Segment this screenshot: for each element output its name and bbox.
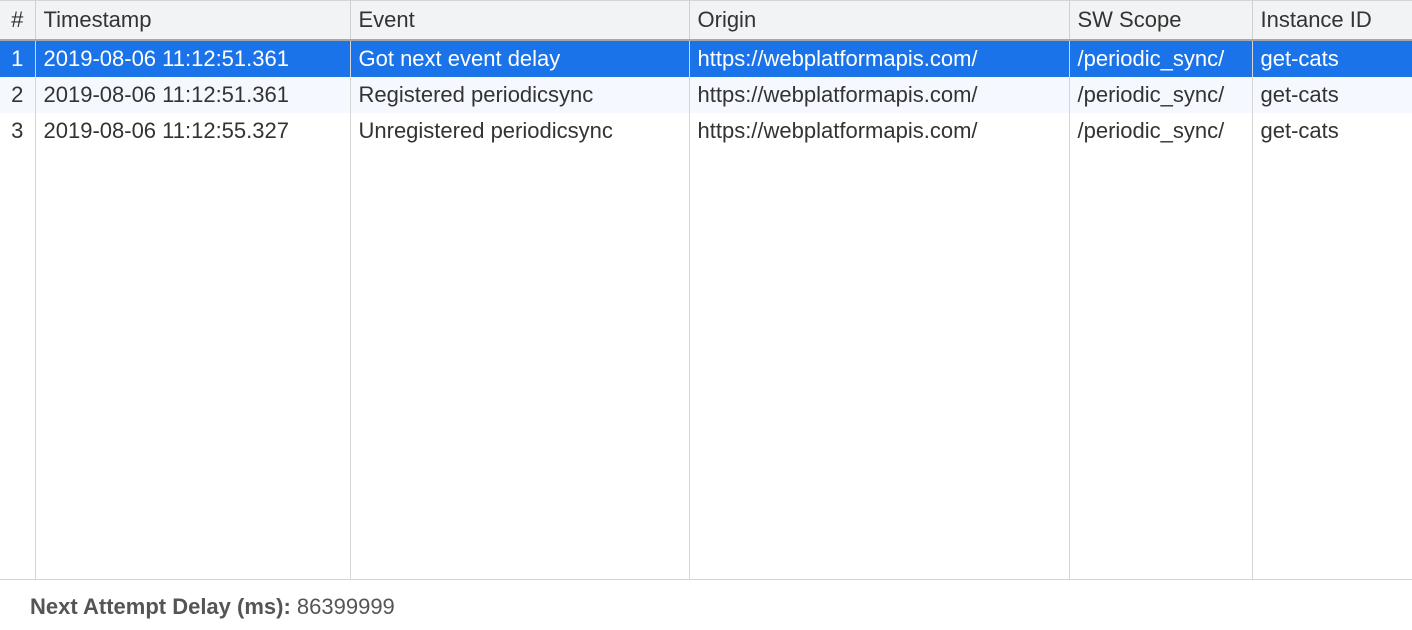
table-header: # Timestamp Event Origin SW Scope Instan… [0,1,1412,41]
cell-origin: https://webplatformapis.com/ [689,113,1069,149]
cell-origin: https://webplatformapis.com/ [689,40,1069,77]
cell-scope: /periodic_sync/ [1069,40,1252,77]
cell-scope: /periodic_sync/ [1069,113,1252,149]
next-attempt-delay-value: 86399999 [297,594,395,619]
table-row[interactable]: 22019-08-06 11:12:51.361Registered perio… [0,77,1412,113]
col-header-timestamp[interactable]: Timestamp [35,1,350,41]
cell-timestamp: 2019-08-06 11:12:55.327 [35,113,350,149]
cell-index: 1 [0,40,35,77]
cell-instance-id: get-cats [1252,40,1412,77]
cell-event: Unregistered periodicsync [350,113,689,149]
col-header-event[interactable]: Event [350,1,689,41]
cell-origin: https://webplatformapis.com/ [689,77,1069,113]
event-table: # Timestamp Event Origin SW Scope Instan… [0,0,1412,580]
next-attempt-delay-label: Next Attempt Delay (ms): [30,594,297,619]
table-body: 12019-08-06 11:12:51.361Got next event d… [0,40,1412,580]
event-table-container: # Timestamp Event Origin SW Scope Instan… [0,0,1412,580]
cell-instance-id: get-cats [1252,77,1412,113]
col-header-scope[interactable]: SW Scope [1069,1,1252,41]
cell-index: 3 [0,113,35,149]
filler-cell [350,149,689,580]
cell-event: Registered periodicsync [350,77,689,113]
table-filler [0,149,1412,580]
cell-timestamp: 2019-08-06 11:12:51.361 [35,40,350,77]
filler-cell [689,149,1069,580]
cell-instance-id: get-cats [1252,113,1412,149]
filler-cell [35,149,350,580]
col-header-instance-id[interactable]: Instance ID [1252,1,1412,41]
col-header-index[interactable]: # [0,1,35,41]
cell-index: 2 [0,77,35,113]
filler-cell [1069,149,1252,580]
col-header-origin[interactable]: Origin [689,1,1069,41]
cell-event: Got next event delay [350,40,689,77]
next-attempt-delay: Next Attempt Delay (ms): 86399999 [0,580,1412,620]
filler-cell [0,149,35,580]
cell-scope: /periodic_sync/ [1069,77,1252,113]
filler-cell [1252,149,1412,580]
table-row[interactable]: 32019-08-06 11:12:55.327Unregistered per… [0,113,1412,149]
table-row[interactable]: 12019-08-06 11:12:51.361Got next event d… [0,40,1412,77]
cell-timestamp: 2019-08-06 11:12:51.361 [35,77,350,113]
